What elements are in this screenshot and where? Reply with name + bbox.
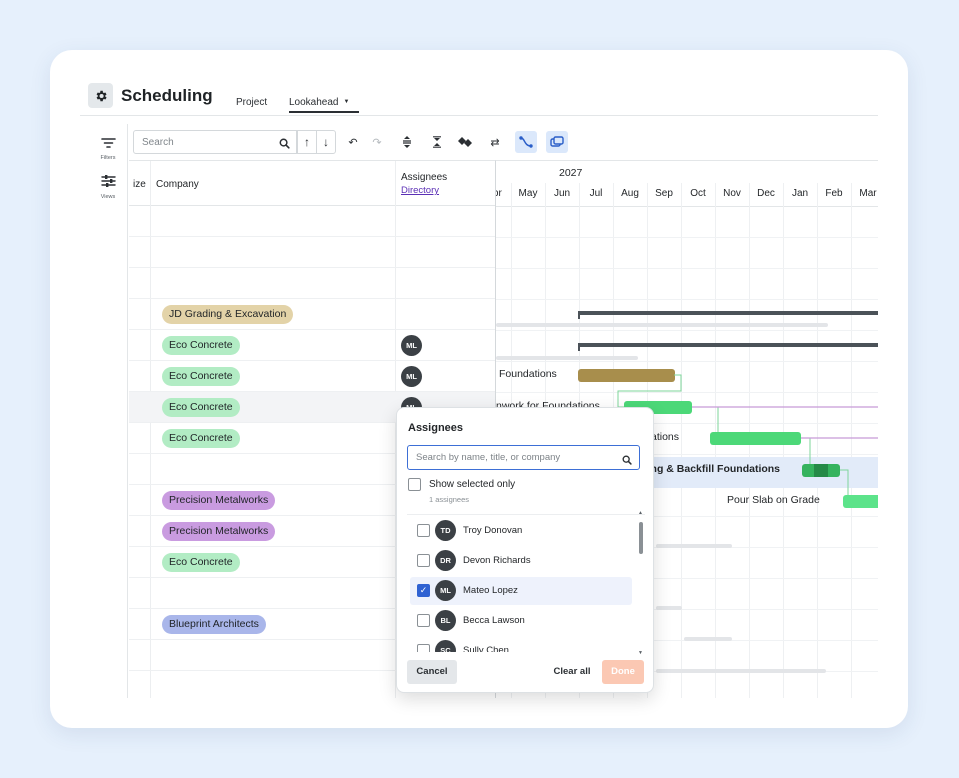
list-scrollbar[interactable]: ▲ ▼ [638, 510, 643, 656]
search-next-button[interactable]: ↓ [316, 130, 336, 154]
company-badge[interactable]: Eco Concrete [162, 398, 240, 417]
filters-label: Filters [100, 155, 116, 161]
assignee-option[interactable]: DR Devon Richards [410, 547, 632, 575]
company-badge[interactable]: Precision Metalworks [162, 522, 276, 541]
baseline-icon[interactable] [546, 131, 568, 153]
search-placeholder: Search [142, 137, 174, 148]
swap-icon[interactable]: ⇄ [487, 134, 503, 150]
company-badge[interactable]: Eco Concrete [162, 336, 240, 355]
search-icon [622, 452, 632, 470]
company-badge[interactable]: Eco Concrete [162, 429, 240, 448]
assignee-checkbox[interactable] [417, 554, 430, 567]
popup-title: Assignees [408, 422, 464, 434]
assignees-column-header[interactable]: Assignees [401, 172, 447, 183]
arrow-down-icon: ↓ [323, 135, 329, 149]
assignee-name: Mateo Lopez [463, 585, 518, 596]
company-badge[interactable]: Eco Concrete [162, 367, 240, 386]
company-badge[interactable]: Eco Concrete [162, 553, 240, 572]
assignee-option[interactable]: ✓ ML Mateo Lopez [410, 577, 632, 605]
tab-project[interactable]: Project [236, 97, 267, 108]
assignee-checkbox[interactable] [417, 524, 430, 537]
grid-header: ize Company Assignees Directory [129, 161, 495, 206]
sliders-icon [100, 175, 116, 187]
company-column-header[interactable]: Company [156, 179, 199, 190]
scroll-thumb[interactable] [639, 522, 643, 554]
baseline-bar [656, 669, 826, 673]
views-label: Views [100, 194, 116, 200]
baseline-bar [656, 606, 682, 610]
baseline-bar [684, 637, 732, 641]
avatar: DR [435, 550, 456, 571]
cancel-button[interactable]: Cancel [407, 660, 457, 684]
avatar: BL [435, 610, 456, 631]
table-row[interactable]: JD Grading & Excavation [129, 299, 495, 330]
scroll-down-icon: ▼ [638, 650, 643, 656]
done-button[interactable]: Done [602, 660, 644, 684]
company-badge[interactable]: JD Grading & Excavation [162, 305, 294, 324]
assignee-avatar[interactable]: ML [401, 335, 422, 356]
table-row[interactable] [129, 206, 495, 237]
caret-down-icon: ▼ [343, 99, 350, 105]
milestones-icon[interactable] [457, 134, 473, 150]
left-rail: Filters Views [88, 124, 128, 698]
arrow-up-icon: ↑ [304, 135, 310, 149]
scroll-up-icon: ▲ [638, 510, 643, 516]
avatar: SC [435, 640, 456, 652]
assignee-name: Devon Richards [463, 555, 531, 566]
assignee-checkbox[interactable]: ✓ [417, 584, 430, 597]
assignee-name: Sully Chen [463, 645, 509, 652]
clear-all-button[interactable]: Clear all [549, 660, 595, 684]
baseline-bar [656, 544, 732, 548]
show-selected-label: Show selected only [429, 479, 516, 490]
assignee-checkbox[interactable] [417, 644, 430, 652]
views-button[interactable]: Views [88, 174, 128, 200]
assignee-list: TD Troy Donovan DR Devon Richards ✓ ML Mateo L… [407, 514, 645, 652]
page-title: Scheduling [121, 86, 213, 105]
filters-button[interactable]: Filters [88, 136, 128, 161]
assignee-avatar[interactable]: ML [401, 366, 422, 387]
toolbar: Search ↑ ↓ ↶ ↷ ⇄ [129, 124, 878, 160]
assignee-option[interactable]: TD Troy Donovan [410, 517, 632, 545]
avatar: TD [435, 520, 456, 541]
tab-lookahead-label: Lookahead [289, 97, 339, 108]
assignee-search-input[interactable]: Search by name, title, or company [407, 445, 640, 470]
assignee-option[interactable]: BL Becca Lawson [410, 607, 632, 635]
table-row[interactable] [129, 237, 495, 268]
filter-icon [100, 138, 116, 148]
search-icon [279, 136, 290, 154]
app-header: Scheduling Project Lookahead ▼ [80, 80, 878, 116]
assignees-popup: Assignees Search by name, title, or comp… [396, 407, 654, 693]
table-row[interactable] [129, 268, 495, 299]
assignee-count: 1 assignees [429, 495, 470, 504]
gear-icon[interactable] [88, 83, 113, 108]
assignee-checkbox[interactable] [417, 614, 430, 627]
table-row[interactable]: Eco Concrete ML [129, 330, 495, 361]
show-selected-checkbox[interactable] [408, 478, 421, 491]
company-badge[interactable]: Blueprint Architects [162, 615, 266, 634]
undo-icon[interactable]: ↶ [345, 134, 361, 150]
expand-rows-icon[interactable] [399, 134, 415, 150]
dependencies-icon[interactable] [515, 131, 537, 153]
assignee-name: Becca Lawson [463, 615, 525, 626]
search-input[interactable]: Search [133, 130, 297, 154]
assignee-search-placeholder: Search by name, title, or company [416, 452, 561, 463]
search-prev-button[interactable]: ↑ [297, 130, 317, 154]
avatar: ML [435, 580, 456, 601]
assignee-option[interactable]: SC Sully Chen [410, 637, 632, 652]
company-badge[interactable]: Precision Metalworks [162, 491, 276, 510]
size-column-header[interactable]: ize [133, 179, 146, 190]
collapse-rows-icon[interactable] [429, 134, 445, 150]
table-row[interactable]: Eco Concrete ML [129, 361, 495, 392]
directory-link[interactable]: Directory [401, 185, 439, 196]
assignee-name: Troy Donovan [463, 525, 523, 536]
redo-icon[interactable]: ↷ [369, 134, 385, 150]
tab-lookahead[interactable]: Lookahead ▼ [289, 97, 359, 113]
